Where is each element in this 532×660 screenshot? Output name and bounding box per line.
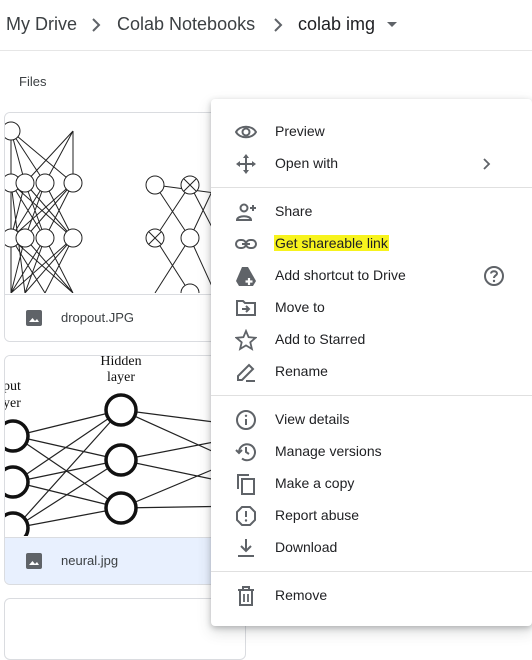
- file-card-dropout[interactable]: dropout.JPG: [4, 112, 246, 342]
- pencil-icon: [237, 363, 255, 382]
- link-icon: [235, 239, 257, 249]
- context-menu: Preview Open with Share Get shareable li…: [211, 99, 532, 626]
- menu-label: Add to Starred: [275, 331, 366, 347]
- menu-divider: [211, 571, 532, 572]
- menu-item-download[interactable]: Download: [211, 531, 532, 563]
- menu-item-add-shortcut[interactable]: Add shortcut to Drive: [211, 259, 532, 291]
- neural-network-thumbnail: Hidden layer put yer: [5, 356, 245, 545]
- breadcrumb-my-drive[interactable]: My Drive: [6, 14, 77, 35]
- menu-item-open-with[interactable]: Open with: [211, 147, 532, 179]
- file-card-footer[interactable]: neural.jpg: [5, 537, 245, 584]
- chevron-right-icon: [92, 18, 101, 32]
- trash-icon: [238, 586, 254, 606]
- history-icon: [235, 443, 256, 462]
- thumb-label-input: put: [5, 379, 21, 394]
- info-icon: [236, 410, 256, 430]
- menu-label: Add shortcut to Drive: [275, 267, 406, 283]
- help-icon[interactable]: [483, 265, 505, 287]
- person-add-icon: [235, 203, 256, 221]
- move-arrows-icon: [236, 154, 256, 174]
- menu-item-report-abuse[interactable]: Report abuse: [211, 499, 532, 531]
- menu-label: View details: [275, 411, 350, 427]
- menu-label-highlighted: Get shareable link: [274, 235, 389, 251]
- menu-item-remove[interactable]: Remove: [211, 579, 532, 611]
- chevron-right-icon: [274, 18, 283, 32]
- menu-label: Share: [275, 203, 313, 219]
- thumb-label-layer: layer: [107, 370, 135, 385]
- menu-label: Preview: [275, 123, 325, 139]
- menu-label: Open with: [275, 155, 339, 171]
- file-thumbnail: [5, 113, 245, 303]
- menu-item-view-details[interactable]: View details: [211, 403, 532, 435]
- menu-item-preview[interactable]: Preview: [211, 115, 532, 147]
- breadcrumb: My Drive Colab Notebooks colab img: [0, 0, 532, 51]
- chevron-right-icon: [483, 158, 491, 170]
- report-icon: [236, 506, 256, 526]
- file-card-footer[interactable]: dropout.JPG: [5, 294, 245, 341]
- copy-icon: [237, 474, 255, 495]
- file-card-neural[interactable]: Hidden layer put yer neural.jpg: [4, 355, 246, 585]
- eye-icon: [235, 125, 257, 139]
- menu-divider: [211, 187, 532, 188]
- menu-item-share[interactable]: Share: [211, 195, 532, 227]
- dropout-diagram-thumbnail: [5, 121, 216, 303]
- menu-label: Move to: [275, 299, 325, 315]
- download-icon: [238, 539, 254, 557]
- menu-item-get-shareable-link[interactable]: Get shareable link: [211, 227, 532, 259]
- drive-shortcut-icon: [236, 267, 256, 286]
- menu-label: Make a copy: [275, 475, 355, 491]
- menu-item-make-copy[interactable]: Make a copy: [211, 467, 532, 499]
- folder-move-icon: [236, 300, 256, 316]
- menu-item-rename[interactable]: Rename: [211, 355, 532, 387]
- menu-label: Report abuse: [275, 507, 360, 523]
- menu-label: Manage versions: [275, 443, 382, 459]
- file-thumbnail: Hidden layer put yer: [5, 356, 245, 545]
- menu-item-add-starred[interactable]: Add to Starred: [211, 323, 532, 355]
- menu-label: Download: [275, 539, 338, 555]
- image-icon: [26, 310, 42, 326]
- breadcrumb-colab-notebooks[interactable]: Colab Notebooks: [117, 14, 255, 35]
- menu-divider: [211, 395, 532, 396]
- star-icon: [235, 329, 257, 351]
- file-name: dropout.JPG: [61, 310, 134, 325]
- dropdown-caret-icon[interactable]: [387, 22, 397, 27]
- thumb-label-hidden: Hidden: [100, 356, 141, 369]
- thumb-label-input-layer: yer: [5, 396, 21, 411]
- file-card-partial[interactable]: [4, 598, 246, 660]
- breadcrumb-colab-img[interactable]: colab img: [298, 14, 375, 35]
- menu-label: Rename: [275, 363, 328, 379]
- files-section-label: Files: [19, 74, 47, 89]
- image-icon: [26, 553, 42, 569]
- file-name: neural.jpg: [61, 553, 119, 568]
- menu-item-move-to[interactable]: Move to: [211, 291, 532, 323]
- menu-item-manage-versions[interactable]: Manage versions: [211, 435, 532, 467]
- menu-label: Remove: [275, 587, 328, 603]
